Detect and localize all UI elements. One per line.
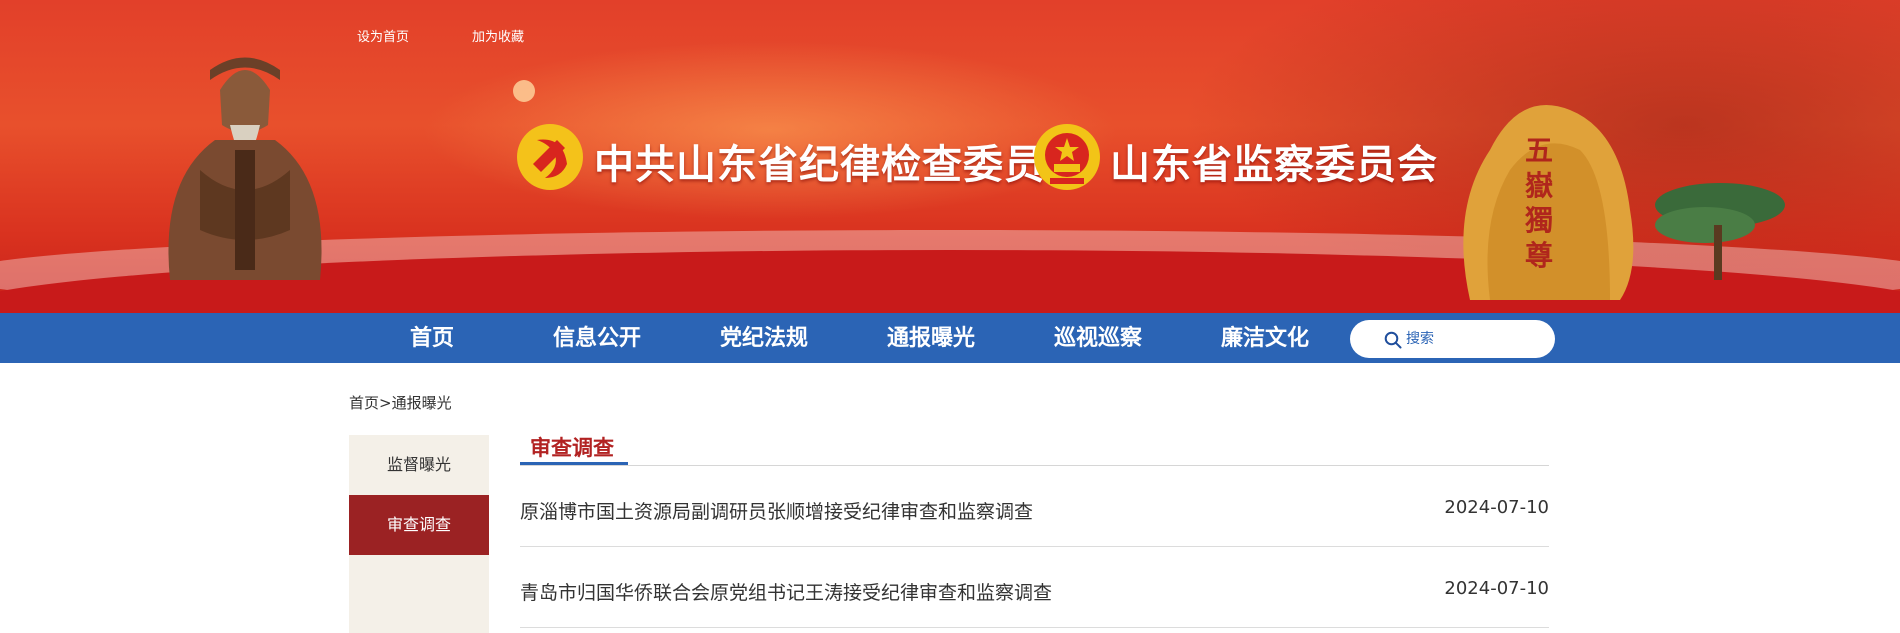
article-list-item[interactable]: 原淄博市国土资源局副调研员张顺增接受纪律审查和监察调查 2024-07-10 — [520, 467, 1549, 547]
nav-info-disclosure[interactable]: 信息公开 — [553, 313, 641, 363]
sun-decoration — [513, 80, 535, 102]
article-title[interactable]: 青岛市归国华侨联合会原党组书记王涛接受纪律审查和监察调查 — [520, 578, 1052, 605]
search-box[interactable] — [1350, 320, 1555, 358]
search-input[interactable] — [1406, 328, 1546, 350]
party-committee-name: 中共山东省纪律检查委员会 — [594, 142, 1086, 188]
sidebar-item-review-investigation[interactable]: 审查调查 — [349, 495, 489, 555]
article-list-item[interactable]: 青岛市归国华侨联合会原党组书记王涛接受纪律审查和监察调查 2024-07-10 — [520, 548, 1549, 628]
taishan-rock-image: 五 嶽 獨 尊 — [1463, 105, 1634, 300]
pine-tree-image — [1655, 183, 1785, 280]
nav-inspection[interactable]: 巡视巡察 — [1054, 313, 1142, 363]
search-icon[interactable] — [1384, 331, 1402, 349]
breadcrumb-current[interactable]: 通报曝光 — [392, 394, 452, 412]
party-emblem-icon — [517, 124, 583, 190]
sidebar-item-supervision-exposure[interactable]: 监督曝光 — [349, 435, 489, 495]
main-navigation: 首页 信息公开 党纪法规 通报曝光 巡视巡察 廉洁文化 — [0, 313, 1900, 363]
header-banner: 设为首页 加为收藏 中共山东省纪律检查委员会 山东省监察委员会 五 嶽 獨 尊 — [0, 0, 1900, 313]
article-title[interactable]: 原淄博市国土资源局副调研员张顺增接受纪律审查和监察调查 — [520, 497, 1033, 524]
article-date: 2024-07-10 — [1444, 578, 1549, 599]
article-date: 2024-07-10 — [1444, 497, 1549, 518]
nav-home[interactable]: 首页 — [410, 313, 454, 363]
national-emblem-icon — [1034, 124, 1100, 190]
set-homepage-link[interactable]: 设为首页 — [357, 26, 409, 45]
section-title: 审查调查 — [530, 436, 614, 460]
nav-party-regulations[interactable]: 党纪法规 — [720, 313, 808, 363]
rock-inscription-char: 尊 — [1525, 239, 1553, 272]
nav-integrity-culture[interactable]: 廉洁文化 — [1221, 313, 1309, 363]
section-divider — [520, 465, 1549, 466]
add-favorite-link[interactable]: 加为收藏 — [472, 26, 524, 45]
rock-inscription-char: 獨 — [1525, 204, 1553, 237]
nav-notifications[interactable]: 通报曝光 — [887, 313, 975, 363]
rock-inscription-char: 五 — [1525, 134, 1553, 167]
rock-inscription-char: 嶽 — [1525, 169, 1553, 202]
breadcrumb-home[interactable]: 首页 — [349, 394, 379, 412]
sidebar: 监督曝光 审查调查 — [349, 435, 489, 633]
supervision-commission-name: 山东省监察委员会 — [1110, 142, 1438, 188]
breadcrumb: 首页>通报曝光 — [349, 392, 452, 413]
confucius-statue-image — [168, 57, 322, 280]
breadcrumb-separator: > — [379, 394, 392, 412]
